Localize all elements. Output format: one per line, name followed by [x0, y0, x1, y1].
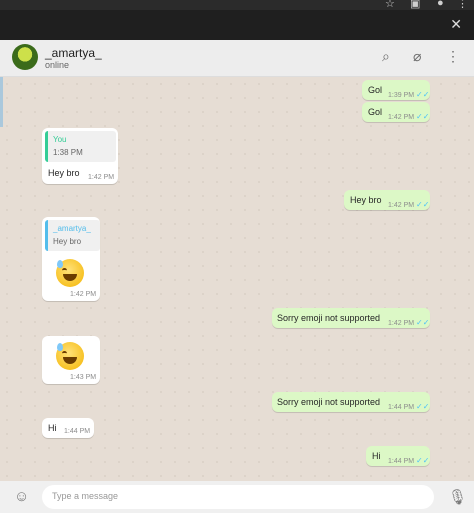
message-text: Gol	[368, 107, 383, 117]
grinning-sweat-emoji-icon	[56, 259, 84, 287]
read-receipt-icon: ✓✓	[416, 90, 430, 99]
read-receipt-icon: ✓✓	[416, 200, 430, 209]
contact-name[interactable]: _amartya_	[45, 46, 102, 60]
message-input[interactable]: Type a message	[42, 485, 434, 509]
read-receipt-icon: ✓✓	[416, 456, 430, 465]
tab-strip: ✕	[0, 10, 474, 40]
outgoing-message[interactable]: Gol 1:42 PM ✓✓	[362, 102, 430, 122]
incoming-message[interactable]: Hi 1:44 PM	[42, 418, 94, 438]
message-time: 1:43 PM	[70, 374, 97, 381]
more-options-icon[interactable]: ⋮	[457, 0, 468, 10]
outgoing-message[interactable]: Hey bro 1:42 PM ✓✓	[344, 190, 430, 210]
read-receipt-icon: ✓✓	[416, 318, 430, 327]
message-input-placeholder: Type a message	[52, 491, 119, 501]
message-text: Hey bro	[350, 195, 382, 205]
read-receipt-icon: ✓✓	[416, 112, 430, 121]
quoted-message[interactable]: _amartya_ Hey bro	[45, 220, 100, 251]
message-text: Hi	[48, 423, 57, 433]
quoted-message[interactable]: You 1:38 PM	[45, 131, 116, 162]
browser-toolbar: ☆ ▣ ● ⋮	[0, 0, 474, 10]
emoji-picker-icon[interactable]: ☺	[14, 488, 29, 505]
message-text: Hi	[372, 451, 381, 461]
search-icon[interactable]: ⌕	[382, 48, 390, 65]
message-time: 1:42 PM	[70, 291, 97, 298]
message-time: 1:42 PM	[88, 174, 115, 181]
quoted-sender: You	[53, 135, 67, 144]
attach-icon[interactable]: ⌀	[413, 48, 421, 65]
read-receipt-icon: ✓✓	[416, 402, 430, 411]
message-time: 1:44 PM	[64, 428, 91, 435]
message-time: 1:44 PM ✓✓	[388, 456, 430, 465]
outgoing-message[interactable]: Gol 1:39 PM ✓✓	[362, 80, 430, 100]
message-text: Sorry emoji not supported	[277, 397, 381, 407]
quoted-text: 1:38 PM	[53, 148, 83, 157]
outgoing-message[interactable]: Hi 1:44 PM ✓✓	[366, 446, 430, 466]
message-time: 1:42 PM ✓✓	[388, 112, 430, 121]
message-text: Sorry emoji not supported	[277, 313, 381, 323]
outgoing-message[interactable]: Sorry emoji not supported 1:42 PM ✓✓	[272, 308, 430, 328]
star-icon[interactable]: ☆	[385, 0, 395, 10]
message-time: 1:44 PM ✓✓	[388, 402, 430, 411]
message-time: 1:42 PM ✓✓	[388, 200, 430, 209]
message-composer: ☺ Type a message 🎙	[0, 481, 474, 513]
microphone-icon[interactable]: 🎙	[448, 488, 467, 506]
profile-icon[interactable]: ●	[437, 0, 444, 9]
contact-status: online	[45, 60, 70, 70]
message-time: 1:39 PM ✓✓	[388, 90, 430, 99]
close-icon[interactable]: ✕	[450, 16, 462, 33]
avatar[interactable]	[12, 44, 38, 70]
incoming-message[interactable]: _amartya_ Hey bro 1:42 PM	[42, 217, 100, 301]
extension-icon[interactable]: ▣	[410, 0, 420, 10]
outgoing-message[interactable]: Sorry emoji not supported 1:44 PM ✓✓	[272, 392, 430, 412]
quoted-sender: _amartya_	[53, 224, 91, 233]
incoming-message[interactable]: 1:43 PM	[42, 336, 100, 384]
grinning-sweat-emoji-icon	[56, 342, 84, 370]
chat-header: _amartya_ online ⌕ ⌀ ⋮	[0, 40, 474, 77]
message-time: 1:42 PM ✓✓	[388, 318, 430, 327]
message-text: Hey bro	[48, 168, 80, 178]
incoming-message[interactable]: You 1:38 PM Hey bro 1:42 PM	[42, 128, 118, 184]
menu-icon[interactable]: ⋮	[446, 48, 460, 65]
scroll-indicator	[0, 77, 3, 127]
quoted-text: Hey bro	[53, 237, 82, 246]
message-text: Gol	[368, 85, 383, 95]
